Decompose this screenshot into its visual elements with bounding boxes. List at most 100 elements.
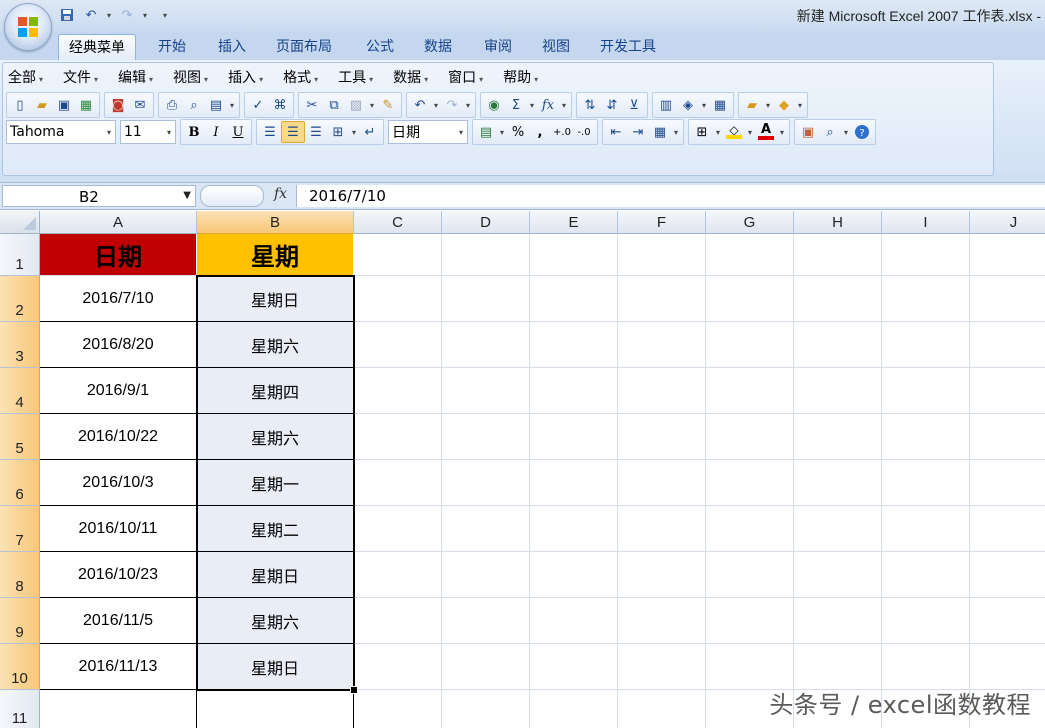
column-header-d[interactable]: D bbox=[442, 211, 530, 234]
redo-icon[interactable]: ↷ bbox=[116, 5, 138, 25]
chevron-down-icon[interactable]: ▾ bbox=[431, 95, 441, 115]
row-header-6[interactable]: 6 bbox=[0, 460, 40, 506]
date-cell[interactable]: 2016/9/1 bbox=[40, 368, 197, 414]
cell-g8[interactable] bbox=[706, 552, 794, 598]
cell-g4[interactable] bbox=[706, 368, 794, 414]
font-size-select[interactable]: 11 ▾ bbox=[120, 120, 176, 144]
cell-c6[interactable] bbox=[354, 460, 442, 506]
column-header-j[interactable]: J bbox=[970, 211, 1045, 234]
cell-g2[interactable] bbox=[706, 276, 794, 322]
align-right-icon[interactable]: ☰ bbox=[305, 122, 327, 142]
weekday-cell[interactable]: 星期六 bbox=[197, 322, 354, 368]
fill-handle[interactable] bbox=[350, 686, 358, 694]
font-color-icon[interactable]: A bbox=[755, 122, 777, 142]
undo-icon[interactable]: ↶ bbox=[80, 5, 102, 25]
filter-icon[interactable]: ⊻ bbox=[623, 95, 645, 115]
cell-f1[interactable] bbox=[618, 234, 706, 276]
menu-view[interactable]: 视图 ▾ bbox=[173, 67, 208, 87]
column-header-i[interactable]: I bbox=[882, 211, 970, 234]
send-mail-icon[interactable]: ✉ bbox=[129, 95, 151, 115]
weekday-cell[interactable]: 星期四 bbox=[197, 368, 354, 414]
row-header-9[interactable]: 9 bbox=[0, 598, 40, 644]
cell-d4[interactable] bbox=[442, 368, 530, 414]
research-icon[interactable]: ⌘ bbox=[269, 95, 291, 115]
cell-c4[interactable] bbox=[354, 368, 442, 414]
cell-j2[interactable] bbox=[970, 276, 1045, 322]
date-cell[interactable]: 2016/10/22 bbox=[40, 414, 197, 460]
cell-j5[interactable] bbox=[970, 414, 1045, 460]
tab-insert[interactable]: 插入 bbox=[208, 34, 256, 60]
chevron-down-icon[interactable]: ▾ bbox=[699, 95, 709, 115]
row-header-8[interactable]: 8 bbox=[0, 552, 40, 598]
cell-c2[interactable] bbox=[354, 276, 442, 322]
cell-i3[interactable] bbox=[882, 322, 970, 368]
chevron-down-icon[interactable]: ▼ bbox=[183, 190, 191, 201]
cell-f4[interactable] bbox=[618, 368, 706, 414]
cell-e3[interactable] bbox=[530, 322, 618, 368]
cell-b11[interactable] bbox=[197, 690, 354, 728]
sort-descending-icon[interactable]: ⇵ bbox=[601, 95, 623, 115]
cell-c10[interactable] bbox=[354, 644, 442, 690]
save-icon[interactable]: ▣ bbox=[53, 95, 75, 115]
column-header-c[interactable]: C bbox=[354, 211, 442, 234]
chevron-down-icon[interactable]: ▾ bbox=[463, 95, 473, 115]
column-header-f[interactable]: F bbox=[618, 211, 706, 234]
decrease-decimal-icon[interactable]: -.0 bbox=[573, 122, 595, 142]
cell-j3[interactable] bbox=[970, 322, 1045, 368]
weekday-cell[interactable]: 星期六 bbox=[197, 414, 354, 460]
cell-h1[interactable] bbox=[794, 234, 882, 276]
cell-i7[interactable] bbox=[882, 506, 970, 552]
column-header-a[interactable]: A bbox=[40, 211, 197, 234]
cell-e4[interactable] bbox=[530, 368, 618, 414]
sort-ascending-icon[interactable]: ⇅ bbox=[579, 95, 601, 115]
cell-e5[interactable] bbox=[530, 414, 618, 460]
cell-g10[interactable] bbox=[706, 644, 794, 690]
cell-c7[interactable] bbox=[354, 506, 442, 552]
tab-developer[interactable]: 开发工具 bbox=[590, 34, 666, 60]
italic-button[interactable]: I bbox=[205, 122, 227, 142]
quick-print-icon[interactable]: ▤ bbox=[205, 95, 227, 115]
tab-view[interactable]: 视图 bbox=[532, 34, 580, 60]
column-header-b[interactable]: B bbox=[197, 211, 354, 234]
chevron-down-icon[interactable]: ▾ bbox=[671, 122, 681, 142]
cell-h6[interactable] bbox=[794, 460, 882, 506]
decrease-indent-icon[interactable]: ⇤ bbox=[605, 122, 627, 142]
cell-h2[interactable] bbox=[794, 276, 882, 322]
cell-j8[interactable] bbox=[970, 552, 1045, 598]
menu-window[interactable]: 窗口 ▾ bbox=[448, 67, 483, 87]
increase-indent-icon[interactable]: ⇥ bbox=[627, 122, 649, 142]
weekday-cell[interactable]: 星期一 bbox=[197, 460, 354, 506]
wrap-text-icon[interactable]: ↵ bbox=[359, 122, 381, 142]
menu-all[interactable]: 全部 ▾ bbox=[8, 67, 43, 87]
folder-icon[interactable]: ▰ bbox=[741, 95, 763, 115]
cell-h9[interactable] bbox=[794, 598, 882, 644]
chevron-down-icon[interactable]: ▾ bbox=[227, 95, 237, 115]
chevron-down-icon[interactable]: ▾ bbox=[367, 95, 377, 115]
row-header-2[interactable]: 2 bbox=[0, 276, 40, 322]
tab-home[interactable]: 开始 bbox=[148, 34, 196, 60]
copy-icon[interactable]: ⧉ bbox=[323, 95, 345, 115]
chevron-down-icon[interactable]: ▾ bbox=[349, 122, 359, 142]
chevron-down-icon[interactable]: ▾ bbox=[795, 95, 805, 115]
align-left-icon[interactable]: ☰ bbox=[259, 122, 281, 142]
cell-e9[interactable] bbox=[530, 598, 618, 644]
date-cell[interactable]: 2016/10/3 bbox=[40, 460, 197, 506]
cell-styles-icon[interactable]: ▦ bbox=[649, 122, 671, 142]
cell-d3[interactable] bbox=[442, 322, 530, 368]
permission-icon[interactable]: ◙ bbox=[107, 95, 129, 115]
cell-d2[interactable] bbox=[442, 276, 530, 322]
cell-c9[interactable] bbox=[354, 598, 442, 644]
borders-icon[interactable]: ⊞ bbox=[691, 122, 713, 142]
row-header-4[interactable]: 4 bbox=[0, 368, 40, 414]
excel-icon[interactable]: ▦ bbox=[75, 95, 97, 115]
cell-d9[interactable] bbox=[442, 598, 530, 644]
cell-a11[interactable] bbox=[40, 690, 197, 728]
chevron-down-icon[interactable]: ▾ bbox=[777, 122, 787, 142]
paste-icon[interactable]: ▨ bbox=[345, 95, 367, 115]
cell-d11[interactable] bbox=[442, 690, 530, 728]
row-header-3[interactable]: 3 bbox=[0, 322, 40, 368]
cell-h5[interactable] bbox=[794, 414, 882, 460]
chevron-down-icon[interactable]: ▾ bbox=[559, 95, 569, 115]
cell-c11[interactable] bbox=[354, 690, 442, 728]
weekday-cell[interactable]: 星期日 bbox=[197, 552, 354, 598]
